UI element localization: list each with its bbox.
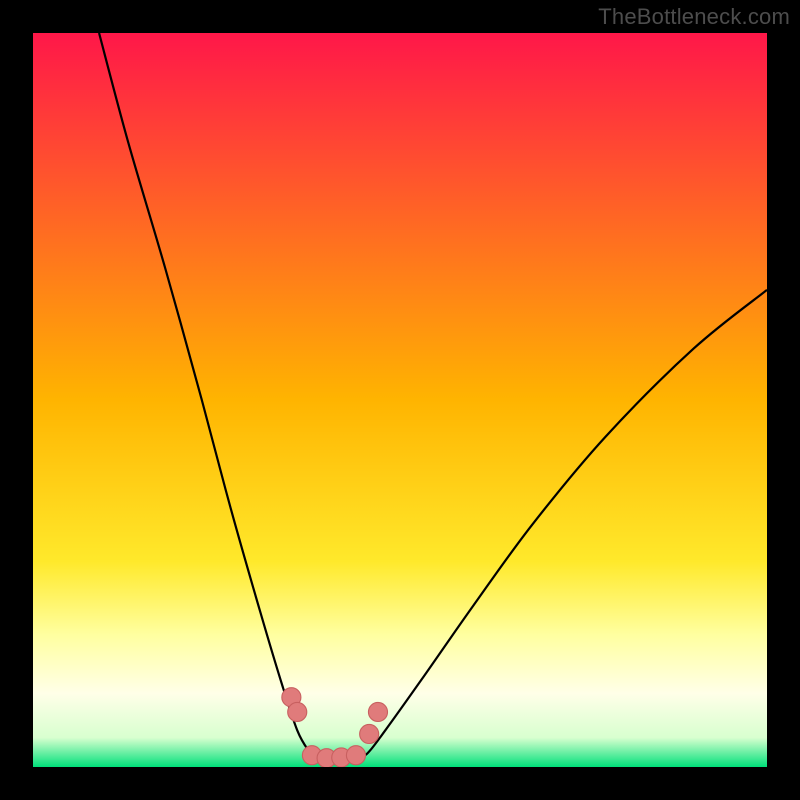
node-dot: [346, 746, 365, 765]
chart-area: [33, 33, 767, 767]
node-dot: [368, 702, 387, 721]
watermark-text: TheBottleneck.com: [598, 4, 790, 30]
node-dot: [288, 702, 307, 721]
node-dot: [360, 724, 379, 743]
chart-svg: [33, 33, 767, 767]
frame: TheBottleneck.com: [0, 0, 800, 800]
gradient-bg: [33, 33, 767, 767]
